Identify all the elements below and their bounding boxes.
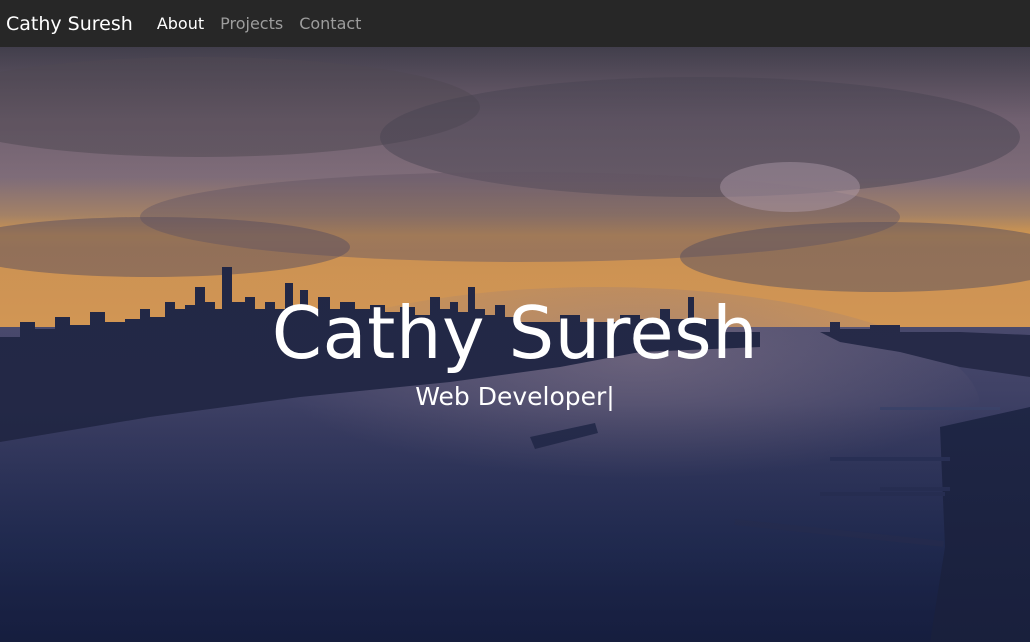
hero-subtitle: Web Developer| bbox=[0, 383, 1030, 411]
hero-text: Cathy Suresh Web Developer| bbox=[0, 297, 1030, 411]
nav-link-projects[interactable]: Projects bbox=[220, 14, 283, 33]
nav-link-about[interactable]: About bbox=[157, 14, 204, 33]
brand-link[interactable]: Cathy Suresh bbox=[6, 13, 133, 35]
nav-link-contact[interactable]: Contact bbox=[299, 14, 361, 33]
hero-title: Cathy Suresh bbox=[271, 291, 759, 375]
hero-section: Cathy Suresh Web Developer| bbox=[0, 47, 1030, 642]
typing-cursor: | bbox=[606, 382, 615, 411]
top-navbar: Cathy Suresh About Projects Contact bbox=[0, 0, 1030, 47]
hero-subtitle-text: Web Developer bbox=[415, 382, 607, 411]
